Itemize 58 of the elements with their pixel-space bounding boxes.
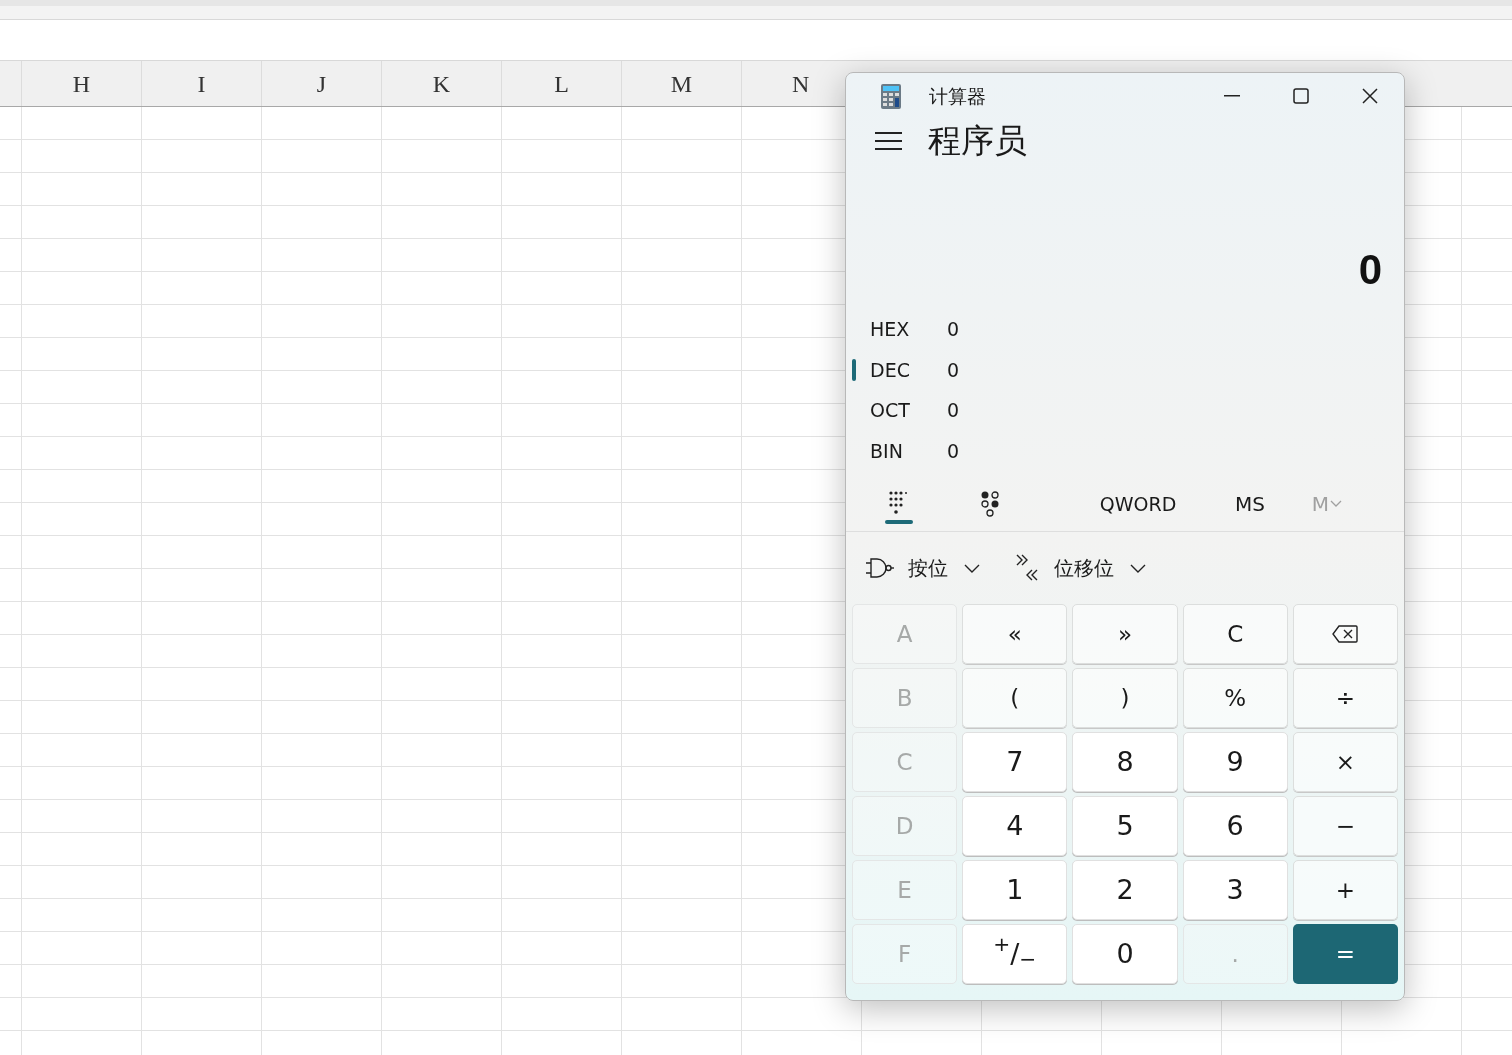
maximize-icon: [1292, 88, 1309, 104]
digit-key[interactable]: 6: [1182, 796, 1288, 856]
radix-label[interactable]: DEC: [870, 355, 947, 384]
digit-key[interactable]: 0: [1072, 924, 1178, 984]
operator-key[interactable]: «: [962, 604, 1068, 664]
operator-key[interactable]: ÷: [1292, 668, 1398, 728]
digit-key[interactable]: 2: [1072, 860, 1178, 920]
digit-key[interactable]: $^{+}$/$_{−}$: [962, 924, 1068, 984]
digit-key[interactable]: 4: [962, 796, 1068, 856]
mode-title: 程序员: [928, 120, 1027, 163]
operator-key[interactable]: »: [1072, 604, 1178, 664]
minimize-icon: [1223, 95, 1240, 97]
radix-label[interactable]: HEX: [870, 315, 947, 344]
column-header[interactable]: J: [262, 61, 382, 106]
column-header[interactable]: K: [382, 61, 502, 106]
operator-key[interactable]: −: [1292, 796, 1398, 856]
radix-label[interactable]: BIN: [870, 436, 947, 465]
chevron-down-icon: [1330, 500, 1343, 508]
column-header[interactable]: N: [742, 61, 844, 106]
logic-gate-icon: [866, 557, 894, 579]
digit-key[interactable]: 5: [1072, 796, 1178, 856]
memory-store-button[interactable]: MS: [1220, 484, 1280, 524]
result-display: 0: [1358, 245, 1382, 295]
radix-value: 0: [947, 398, 960, 423]
shift-arrows-icon: [1016, 554, 1040, 582]
digit-key[interactable]: 3: [1182, 860, 1288, 920]
word-size-button[interactable]: QWORD: [1088, 484, 1188, 524]
digit-key[interactable]: 7: [962, 732, 1068, 792]
digit-key[interactable]: 9: [1182, 732, 1288, 792]
digit-key[interactable]: 1: [962, 860, 1068, 920]
digit-key[interactable]: 8: [1072, 732, 1178, 792]
operator-key[interactable]: C: [1182, 604, 1288, 664]
close-icon: [1361, 88, 1378, 104]
operator-key[interactable]: (: [962, 668, 1068, 728]
window-title: 计算器: [929, 83, 986, 109]
bits-icon: [980, 491, 1001, 517]
menu-icon: [874, 131, 902, 151]
column-header[interactable]: I: [142, 61, 262, 106]
column-header[interactable]: M: [622, 61, 742, 106]
bitwise-dropdown[interactable]: 按位: [866, 548, 980, 588]
chevron-down-icon: [964, 563, 980, 573]
operator-key[interactable]: %: [1182, 668, 1288, 728]
radix-value: 0: [947, 357, 960, 383]
radix-label[interactable]: OCT: [870, 396, 947, 425]
column-header[interactable]: L: [502, 61, 622, 106]
radix-value: 0: [947, 317, 960, 342]
equals-button[interactable]: =: [1292, 924, 1398, 984]
keypad-icon: [888, 491, 907, 517]
calculator-icon: [881, 83, 901, 109]
operator-key[interactable]: +: [1292, 860, 1398, 920]
column-header[interactable]: H: [22, 61, 142, 106]
chevron-down-icon: [1130, 563, 1146, 573]
operator-key[interactable]: ): [1072, 668, 1178, 728]
backspace-icon: [1332, 625, 1359, 643]
bit-shift-dropdown[interactable]: 位移位: [1016, 548, 1146, 588]
operator-key[interactable]: ×: [1292, 732, 1398, 792]
radix-value: 0: [947, 438, 960, 464]
backspace-button[interactable]: [1292, 604, 1398, 664]
